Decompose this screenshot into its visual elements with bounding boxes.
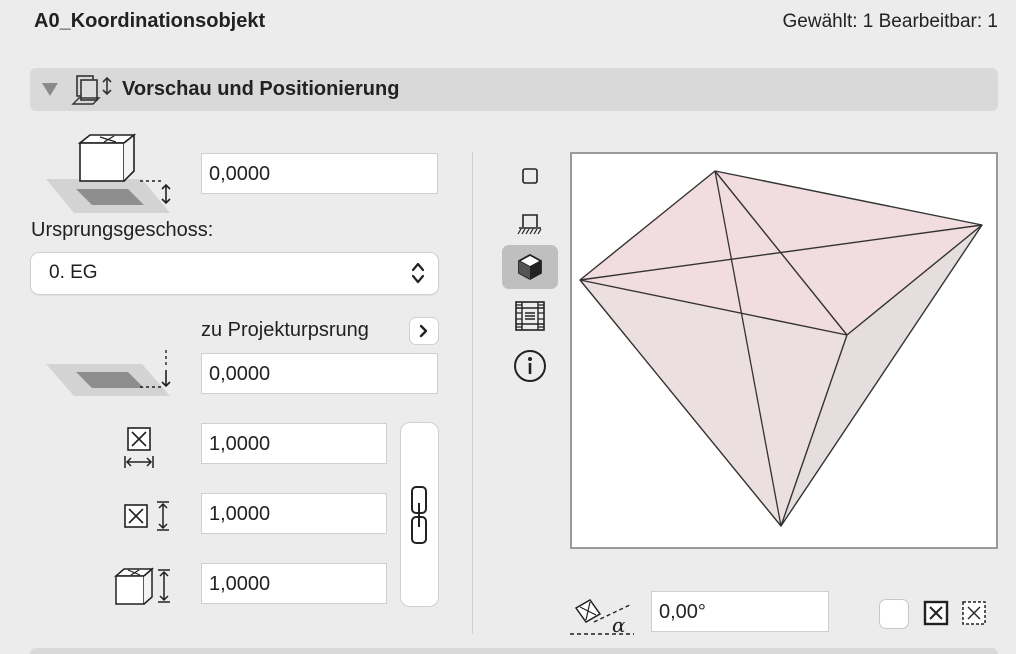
preview-positioning-icon <box>71 75 112 105</box>
svg-text:α: α <box>612 613 626 637</box>
mirror-on-icon <box>923 600 949 626</box>
list-view-button[interactable] <box>502 294 558 338</box>
elevation-input[interactable]: 0,0000 <box>201 153 438 194</box>
3d-view-icon <box>518 254 542 280</box>
size-y-input[interactable]: 1,0000 <box>201 493 387 534</box>
size-y-icon <box>124 501 169 531</box>
vertical-divider <box>472 152 473 634</box>
list-view-icon <box>515 301 545 331</box>
3d-view-button[interactable] <box>502 245 558 289</box>
size-x-input[interactable]: 1,0000 <box>201 423 387 464</box>
project-origin-button[interactable] <box>410 318 438 344</box>
home-story-label: Ursprungsgeschoss: <box>31 219 214 241</box>
select-arrows-icon <box>411 262 425 284</box>
chevron-right-icon <box>419 324 428 338</box>
collapse-triangle-icon[interactable] <box>42 83 58 96</box>
home-story-select[interactable]: 0. EG <box>31 253 438 294</box>
elevation-to-project-zero-icon <box>46 350 171 396</box>
mirror-checkbox[interactable] <box>880 600 908 628</box>
selection-info: Gewählt: 1 Bearbeitbar: 1 <box>782 11 998 32</box>
size-z-input[interactable]: 1,0000 <box>201 563 387 604</box>
rotation-input[interactable]: 0,00° <box>651 591 829 632</box>
project-origin-input[interactable]: 0,0000 <box>201 353 438 394</box>
mirror-off-icon <box>962 601 986 625</box>
link-proportions-button[interactable] <box>401 423 438 606</box>
home-story-value: 0. EG <box>49 262 98 283</box>
floor-plan-view-button[interactable] <box>502 154 558 198</box>
rotation-angle-icon: α <box>570 599 634 637</box>
info-button[interactable] <box>502 344 558 388</box>
size-z-icon <box>114 567 170 605</box>
object-preview-shape <box>579 170 983 527</box>
project-origin-label: zu Projekturpsrung <box>201 319 369 341</box>
object-name: A0_Koordinationsobjekt <box>34 10 266 32</box>
elevation-to-story-icon <box>46 133 171 213</box>
floor-plan-view-icon <box>522 168 538 184</box>
section-header[interactable]: Vorschau und Positionierung <box>30 68 998 111</box>
info-icon <box>514 350 546 382</box>
section-view-button[interactable] <box>502 202 558 246</box>
3d-preview-window[interactable] <box>570 152 998 549</box>
section-view-icon <box>517 214 542 235</box>
chain-link-icon <box>411 486 427 544</box>
section-title: Vorschau und Positionierung <box>122 78 400 100</box>
next-section-header <box>30 648 998 654</box>
size-x-icon <box>124 427 154 468</box>
